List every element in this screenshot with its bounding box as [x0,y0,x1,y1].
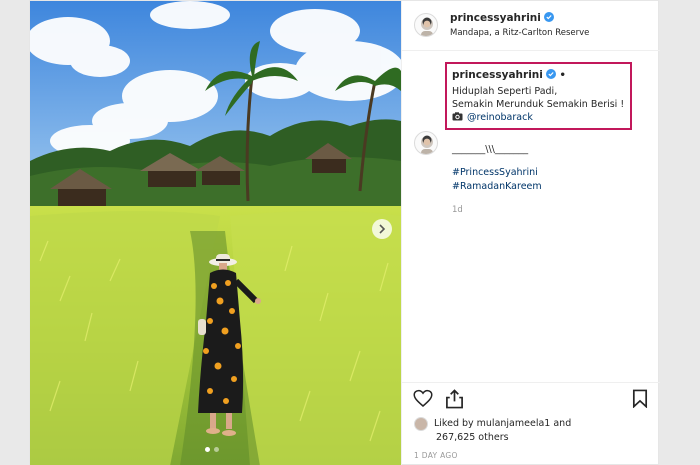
avatar[interactable] [414,13,438,37]
save-button[interactable] [632,389,648,412]
likes-line-1[interactable]: Liked by mulanjameela1 and [434,418,571,429]
carousel-dot [214,447,219,452]
post-header: princessyahrini Mandapa, a Ritz-Carlton … [402,1,660,51]
caption-line-2: Semakin Merunduk Semakin Berisi ! [452,99,625,110]
caption-credit: @reinobarack [452,112,533,123]
carousel-next-button[interactable] [372,219,392,239]
hashtag-link[interactable]: #RamadanKareem [452,181,542,192]
instagram-post: princessyahrini Mandapa, a Ritz-Carlton … [29,0,660,465]
header-username[interactable]: princessyahrini [450,12,554,24]
likes-line-2[interactable]: 267,625 others [436,432,509,443]
carousel-dot [205,447,210,452]
caption-username[interactable]: princessyahrini • [452,69,566,81]
post-photo[interactable] [30,1,401,465]
post-side-panel: princessyahrini Mandapa, a Ritz-Carlton … [401,1,660,465]
location-link[interactable]: Mandapa, a Ritz-Carlton Reserve [450,28,589,38]
comment-avatar[interactable] [414,131,438,155]
comment-divider-text: _______\\\_______ [452,144,529,155]
like-button[interactable] [413,389,433,412]
caption-username-text[interactable]: princessyahrini [452,69,543,81]
camera-icon [452,112,463,121]
liker-avatar[interactable] [414,417,428,431]
comment-age: 1d [452,205,463,215]
share-button[interactable] [445,389,464,413]
carousel-dots [205,447,219,452]
avatar-image [421,17,433,36]
avatar-image [421,135,433,154]
post-date[interactable]: 1 DAY AGO [414,451,458,460]
rice-field-photo [30,1,401,465]
verified-badge-icon [545,69,556,79]
caption-separator: • [559,70,566,81]
credit-mention-link[interactable]: @reinobarack [467,112,533,123]
caption-line-1: Hiduplah Seperti Padi, [452,86,558,97]
hashtag-link[interactable]: #PrincessSyahrini [452,167,538,178]
comments-area: princessyahrini • Hiduplah Seperti Padi,… [402,52,660,382]
chevron-right-icon [379,224,386,234]
verified-badge-icon [543,12,554,22]
bookmark-icon [632,389,648,409]
heart-icon [413,389,433,407]
post-actions: Liked by mulanjameela1 and 267,625 other… [402,382,660,465]
header-username-text[interactable]: princessyahrini [450,12,541,24]
share-icon [446,389,463,409]
